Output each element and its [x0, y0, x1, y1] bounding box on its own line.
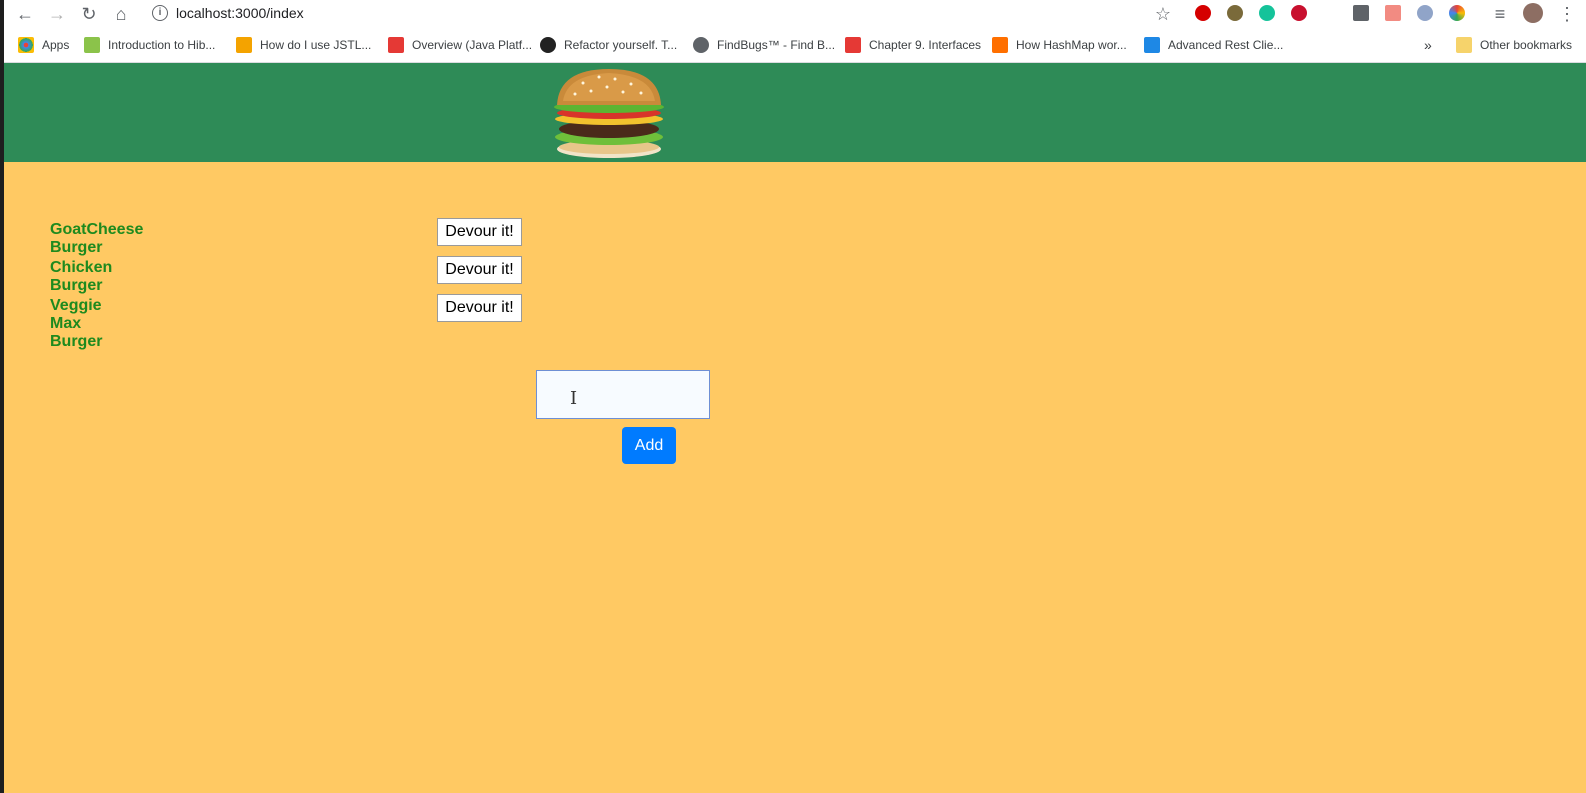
star-icon[interactable]: ☆ — [1152, 3, 1174, 25]
bookmark-hashmap[interactable]: How HashMap wor... — [992, 28, 1127, 62]
window-edge — [0, 0, 4, 793]
bookmark-label: How do I use JSTL... — [260, 38, 372, 52]
grammarly-icon[interactable] — [1259, 5, 1275, 21]
forward-icon[interactable]: → — [46, 3, 68, 25]
rest-client-icon — [1144, 37, 1160, 53]
page-header — [0, 63, 1586, 162]
bookmark-label: How HashMap wor... — [1016, 38, 1127, 52]
bookmark-label: Advanced Rest Clie... — [1168, 38, 1284, 52]
home-icon[interactable]: ⌂ — [110, 3, 132, 25]
extension-pink-icon[interactable] — [1385, 5, 1401, 21]
text-cursor-icon: I — [570, 388, 578, 409]
vp-icon — [84, 37, 100, 53]
extension-stop-icon[interactable] — [1195, 5, 1211, 21]
more-bookmarks-icon[interactable]: » — [1424, 28, 1432, 62]
globe-icon — [693, 37, 709, 53]
burger-name: Veggie Max Burger — [50, 297, 103, 350]
oracle-icon — [845, 37, 861, 53]
bookmark-label: Introduction to Hib... — [108, 38, 216, 52]
burger-name: Chicken Burger — [50, 259, 113, 294]
address-bar[interactable]: localhost:3000/index — [176, 5, 304, 21]
bookmark-java-overview[interactable]: Overview (Java Platf... — [388, 28, 532, 62]
burger-name-input[interactable] — [536, 370, 710, 419]
burger-logo — [554, 69, 664, 158]
megaphone-icon[interactable] — [1353, 5, 1369, 21]
menu-icon[interactable]: ⋮ — [1558, 3, 1576, 25]
oracle-icon — [388, 37, 404, 53]
bookmark-label: Overview (Java Platf... — [412, 38, 533, 52]
adblock-icon[interactable] — [1291, 5, 1307, 21]
apps-grid-icon — [18, 37, 34, 53]
bookmarks-bar: Apps Introduction to Hib... How do I use… — [0, 28, 1586, 63]
color-picker-icon[interactable] — [1449, 5, 1465, 21]
bookmark-apps[interactable]: Apps — [18, 28, 69, 62]
bookmark-rest-client[interactable]: Advanced Rest Clie... — [1144, 28, 1283, 62]
devour-button[interactable]: Devour it! — [437, 294, 522, 322]
devour-button[interactable]: Devour it! — [437, 218, 522, 246]
bookmark-hibernate[interactable]: Introduction to Hib... — [84, 28, 215, 62]
bookmark-label: Apps — [42, 38, 70, 52]
folder-icon — [1456, 37, 1472, 53]
bookmark-label: FindBugs™ - Find B... — [717, 38, 836, 52]
extension-blue-icon[interactable] — [1417, 5, 1433, 21]
browser-toolbar: ← → ↻ ⌂ i localhost:3000/index ☆ ≡ ⋮ — [0, 0, 1586, 28]
devour-button[interactable]: Devour it! — [437, 256, 522, 284]
bookmark-refactor[interactable]: Refactor yourself. T... — [540, 28, 677, 62]
jstl-icon — [236, 37, 252, 53]
add-button[interactable]: Add — [622, 427, 676, 464]
bookmark-label: Chapter 9. Interfaces — [869, 38, 982, 52]
blogger-icon — [992, 37, 1008, 53]
bookmark-findbugs[interactable]: FindBugs™ - Find B... — [693, 28, 835, 62]
other-bookmarks[interactable]: Other bookmarks — [1456, 28, 1572, 62]
back-icon[interactable]: ← — [14, 3, 36, 25]
reload-icon[interactable]: ↻ — [78, 3, 100, 25]
media-control-icon[interactable]: ≡ — [1489, 3, 1511, 25]
bookmark-label: Other bookmarks — [1480, 38, 1573, 52]
bookmark-jstl[interactable]: How do I use JSTL... — [236, 28, 371, 62]
bookmark-interfaces[interactable]: Chapter 9. Interfaces — [845, 28, 981, 62]
bookmark-label: Refactor yourself. T... — [564, 38, 678, 52]
profile-avatar[interactable] — [1523, 3, 1543, 23]
extension-brown-icon[interactable] — [1227, 5, 1243, 21]
site-info-icon[interactable]: i — [152, 5, 168, 21]
refactor-icon — [540, 37, 556, 53]
burger-name: GoatCheese Burger — [50, 221, 144, 256]
